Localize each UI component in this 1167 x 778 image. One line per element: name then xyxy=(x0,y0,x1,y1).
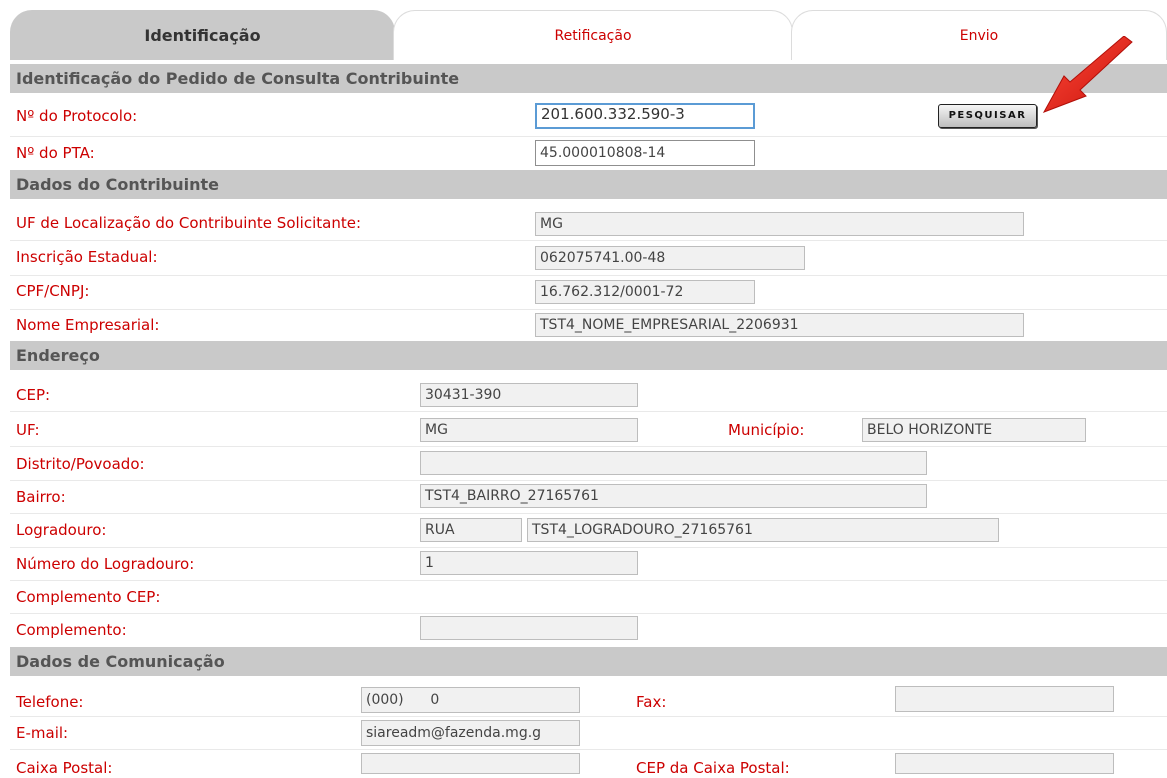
complemento-label: Complemento: xyxy=(16,621,127,639)
numero-logradouro-field: 1 xyxy=(420,551,638,575)
protocolo-label: Nº do Protocolo: xyxy=(16,107,138,125)
municipio-field: BELO HORIZONTE xyxy=(862,418,1086,442)
uf-contribuinte-label: UF de Localização do Contribuinte Solici… xyxy=(16,214,361,232)
caixa-postal-field xyxy=(361,753,580,774)
bairro-label: Bairro: xyxy=(16,488,66,506)
uf-contribuinte-field: MG xyxy=(535,212,1024,236)
row-divider xyxy=(10,136,1167,137)
tab-retificacao[interactable]: Retificação xyxy=(393,10,793,60)
numero-logradouro-label: Número do Logradouro: xyxy=(16,555,195,573)
municipio-label: Município: xyxy=(728,421,805,439)
cep-field: 30431-390 xyxy=(420,383,638,407)
tab-identificacao[interactable]: Identificação xyxy=(10,10,395,60)
row-divider xyxy=(10,446,1167,447)
telefone-label: Telefone: xyxy=(16,693,84,711)
row-divider xyxy=(10,513,1167,514)
logradouro-field: TST4_LOGRADOURO_27165761 xyxy=(527,518,999,542)
section-endereco-header: Endereço xyxy=(10,341,1167,370)
complemento-field xyxy=(420,616,638,640)
tab-bar: Identificação Retificação Envio xyxy=(0,0,1167,64)
email-field: siareadm@fazenda.mg.g xyxy=(361,720,580,746)
fax-field xyxy=(895,686,1114,712)
distrito-field xyxy=(420,451,927,475)
uf-field: MG xyxy=(420,418,638,442)
section-identificacao-header: Identificação do Pedido de Consulta Cont… xyxy=(10,64,1167,93)
logradouro-label: Logradouro: xyxy=(16,521,107,539)
telefone-field: (000) 0 xyxy=(361,687,580,713)
row-divider xyxy=(10,580,1167,581)
inscricao-estadual-label: Inscrição Estadual: xyxy=(16,248,158,266)
row-divider xyxy=(10,547,1167,548)
uf-label: UF: xyxy=(16,421,40,439)
red-arrow-icon xyxy=(1042,36,1133,113)
email-label: E-mail: xyxy=(16,724,69,742)
row-divider xyxy=(10,309,1167,310)
fax-label: Fax: xyxy=(636,693,667,711)
cpf-cnpj-label: CPF/CNPJ: xyxy=(16,282,90,300)
row-divider xyxy=(10,480,1167,481)
row-divider xyxy=(10,613,1167,614)
pta-label: Nº do PTA: xyxy=(16,144,95,162)
cep-caixa-postal-label: CEP da Caixa Postal: xyxy=(636,759,790,777)
section-contribuinte-header: Dados do Contribuinte xyxy=(10,170,1167,199)
distrito-label: Distrito/Povoado: xyxy=(16,455,145,473)
cpf-cnpj-field: 16.762.312/0001-72 xyxy=(535,280,755,304)
inscricao-estadual-field: 062075741.00-48 xyxy=(535,246,805,270)
protocolo-input[interactable]: 201.600.332.590-3 xyxy=(535,103,755,129)
cep-label: CEP: xyxy=(16,386,51,404)
row-divider xyxy=(10,411,1167,412)
caixa-postal-label: Caixa Postal: xyxy=(16,759,113,777)
bairro-field: TST4_BAIRRO_27165761 xyxy=(420,484,927,508)
row-divider xyxy=(10,240,1167,241)
nome-empresarial-label: Nome Empresarial: xyxy=(16,316,160,334)
section-comunicacao-header: Dados de Comunicação xyxy=(10,647,1167,676)
logradouro-tipo-field: RUA xyxy=(420,518,522,542)
cep-caixa-postal-field xyxy=(895,753,1114,774)
pta-input[interactable]: 45.000010808-14 xyxy=(535,140,755,166)
row-divider xyxy=(10,275,1167,276)
complemento-cep-label: Complemento CEP: xyxy=(16,588,161,606)
nome-empresarial-field: TST4_NOME_EMPRESARIAL_2206931 xyxy=(535,313,1024,337)
row-divider xyxy=(10,749,1167,750)
row-divider xyxy=(10,716,1167,717)
